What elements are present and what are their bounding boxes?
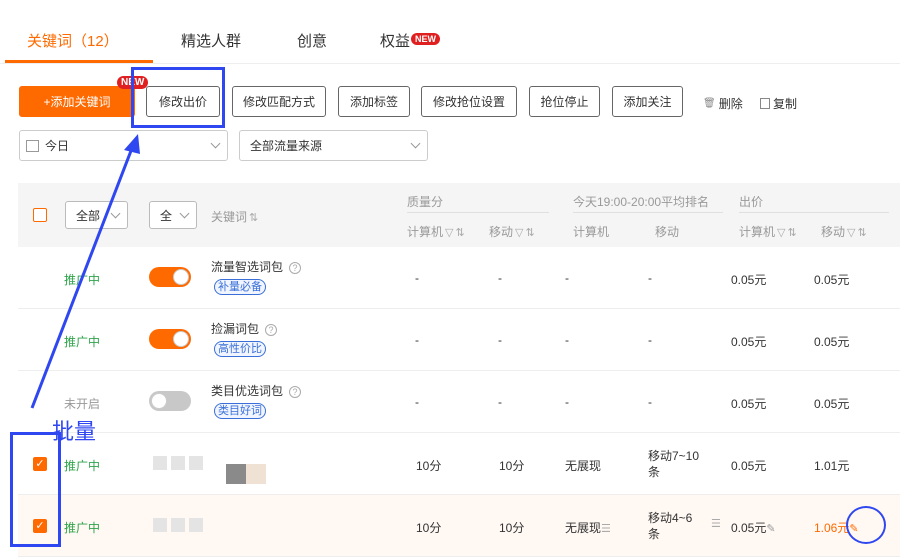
annotation-arrow — [30, 134, 140, 409]
